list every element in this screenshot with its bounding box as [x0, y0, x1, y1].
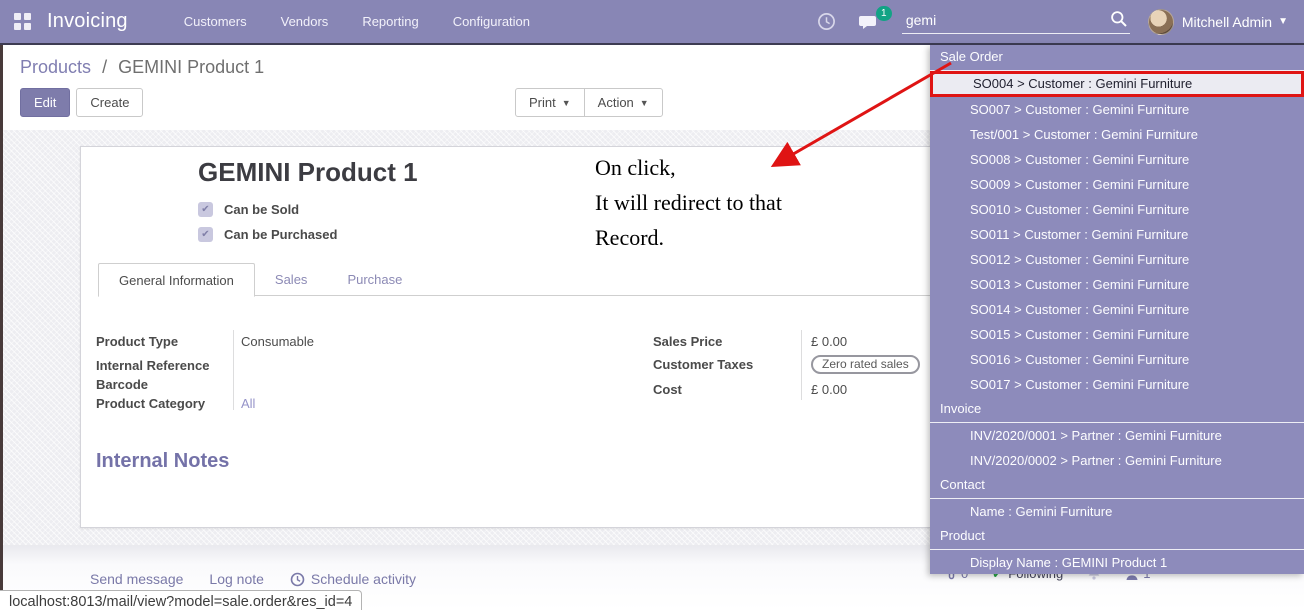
field-value-product-category-link[interactable]: All	[241, 396, 255, 411]
field-label-product-type: Product Type	[96, 334, 178, 349]
search-input[interactable]	[902, 9, 1130, 34]
apps-menu-icon[interactable]	[14, 13, 31, 30]
search-dropdown: Sale OrderSO004 > Customer : Gemini Furn…	[930, 45, 1304, 574]
chevron-down-icon: ▼	[562, 98, 571, 108]
messaging-icon[interactable]: 1	[858, 13, 880, 31]
dropdown-item[interactable]: SO016 > Customer : Gemini Furniture	[930, 347, 1304, 372]
breadcrumb: Products / GEMINI Product 1	[20, 57, 264, 78]
field-value-cost: £ 0.00	[811, 382, 847, 397]
user-menu[interactable]: Mitchell Admin	[1182, 14, 1272, 30]
create-button[interactable]: Create	[76, 88, 143, 117]
annotation-text: On click, It will redirect to that Recor…	[595, 150, 782, 255]
field-label-sales-price: Sales Price	[653, 334, 722, 349]
dropdown-item[interactable]: SO014 > Customer : Gemini Furniture	[930, 297, 1304, 322]
breadcrumb-current: GEMINI Product 1	[118, 57, 264, 77]
tab-purchase[interactable]: Purchase	[327, 263, 422, 296]
field-label-product-category: Product Category	[96, 396, 205, 411]
can-be-sold-label: Can be Sold	[224, 202, 299, 217]
dropdown-section-header: Sale Order	[930, 45, 1304, 71]
dropdown-section-header: Contact	[930, 473, 1304, 499]
schedule-activity-label: Schedule activity	[311, 571, 416, 587]
clock-icon	[290, 572, 305, 587]
send-message-link[interactable]: Send message	[90, 571, 183, 587]
left-edge-strip	[0, 45, 3, 610]
print-dropdown-button[interactable]: Print▼	[515, 88, 585, 117]
product-title: GEMINI Product 1	[198, 157, 418, 188]
field-group-separator	[233, 330, 234, 410]
nav-menu-customers[interactable]: Customers	[184, 14, 247, 29]
nav-menu-reporting[interactable]: Reporting	[362, 14, 418, 29]
internal-notes-heading: Internal Notes	[96, 450, 229, 473]
app-name[interactable]: Invoicing	[47, 10, 128, 33]
chevron-down-icon: ▼	[1278, 16, 1288, 27]
navbar-menus: Customers Vendors Reporting Configuration	[184, 14, 530, 29]
nav-menu-vendors[interactable]: Vendors	[281, 14, 329, 29]
can-be-sold-checkbox[interactable]: ✔	[198, 202, 213, 217]
page: Send message Log note Schedule activity …	[0, 0, 1304, 610]
dropdown-item[interactable]: INV/2020/0001 > Partner : Gemini Furnitu…	[930, 423, 1304, 448]
field-label-cost: Cost	[653, 382, 682, 397]
dropdown-item[interactable]: Name : Gemini Furniture	[930, 499, 1304, 524]
can-be-purchased-label: Can be Purchased	[224, 227, 337, 242]
message-count-badge: 1	[876, 6, 892, 21]
breadcrumb-products-link[interactable]: Products	[20, 57, 91, 77]
dropdown-item[interactable]: SO015 > Customer : Gemini Furniture	[930, 322, 1304, 347]
can-be-purchased-checkbox[interactable]: ✔	[198, 227, 213, 242]
edit-button[interactable]: Edit	[20, 88, 70, 117]
dropdown-item[interactable]: INV/2020/0002 > Partner : Gemini Furnitu…	[930, 448, 1304, 473]
schedule-activity-link[interactable]: Schedule activity	[290, 571, 416, 587]
tab-sales[interactable]: Sales	[255, 263, 328, 296]
dropdown-section-header: Invoice	[930, 397, 1304, 423]
tab-general-information[interactable]: General Information	[98, 263, 255, 297]
dropdown-item[interactable]: SO008 > Customer : Gemini Furniture	[930, 147, 1304, 172]
action-dropdown-button[interactable]: Action▼	[584, 88, 663, 117]
field-label-customer-taxes: Customer Taxes	[653, 357, 753, 372]
dropdown-item[interactable]: SO009 > Customer : Gemini Furniture	[930, 172, 1304, 197]
dropdown-item[interactable]: SO010 > Customer : Gemini Furniture	[930, 197, 1304, 222]
dropdown-item[interactable]: SO013 > Customer : Gemini Furniture	[930, 272, 1304, 297]
breadcrumb-separator: /	[102, 57, 107, 77]
activities-clock-icon[interactable]	[817, 12, 836, 31]
customer-tax-badge[interactable]: Zero rated sales	[811, 355, 920, 374]
dropdown-section-header: Product	[930, 524, 1304, 550]
dropdown-item[interactable]: Display Name : GEMINI Product 1	[930, 550, 1304, 574]
user-avatar[interactable]	[1148, 9, 1174, 35]
status-bar-url: localhost:8013/mail/view?model=sale.orde…	[0, 590, 362, 610]
dropdown-item[interactable]: Test/001 > Customer : Gemini Furniture	[930, 122, 1304, 147]
log-note-link[interactable]: Log note	[209, 571, 264, 587]
dropdown-item[interactable]: SO011 > Customer : Gemini Furniture	[930, 222, 1304, 247]
dropdown-item[interactable]: SO004 > Customer : Gemini Furniture	[930, 71, 1304, 97]
nav-menu-configuration[interactable]: Configuration	[453, 14, 530, 29]
field-group-separator	[801, 330, 802, 400]
global-search	[902, 9, 1130, 34]
field-label-barcode: Barcode	[96, 377, 148, 392]
dropdown-item[interactable]: SO017 > Customer : Gemini Furniture	[930, 372, 1304, 397]
search-icon[interactable]	[1110, 10, 1128, 28]
field-value-sales-price: £ 0.00	[811, 334, 847, 349]
chevron-down-icon: ▼	[640, 98, 649, 108]
field-label-internal-reference: Internal Reference	[96, 358, 209, 373]
dropdown-item[interactable]: SO012 > Customer : Gemini Furniture	[930, 247, 1304, 272]
dropdown-item[interactable]: SO007 > Customer : Gemini Furniture	[930, 97, 1304, 122]
top-navbar: Invoicing Customers Vendors Reporting Confi…	[0, 0, 1304, 45]
field-value-product-type: Consumable	[241, 334, 314, 349]
